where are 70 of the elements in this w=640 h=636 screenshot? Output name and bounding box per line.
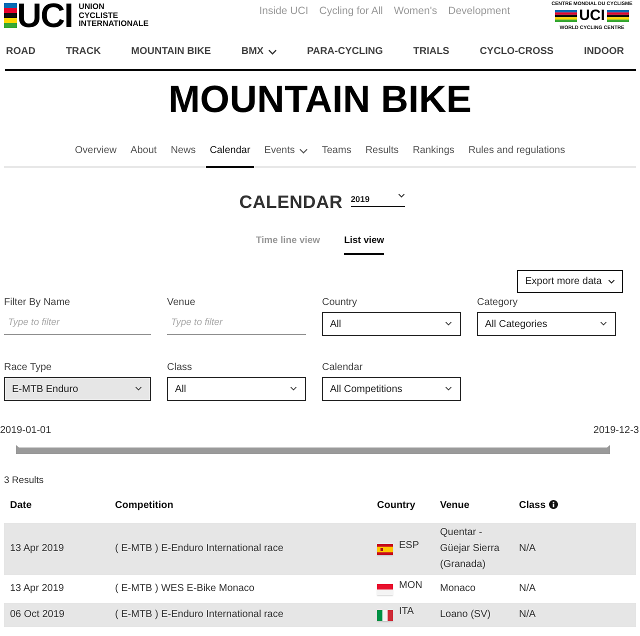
section-tab[interactable]: Rankings	[408, 144, 458, 168]
nav-link[interactable]: MOUNTAIN BIKE	[131, 46, 211, 58]
dropdown-select[interactable]: All	[322, 312, 461, 336]
filter-label: Country	[322, 297, 358, 309]
country-code: ESP	[399, 539, 420, 553]
timeline-end-date: 2019-12-3	[593, 425, 639, 437]
table-cell: 13 Apr 2019	[4, 521, 115, 575]
monaco-flag-icon	[377, 584, 393, 594]
table-cell: ( E-MTB ) E-Enduro International race	[115, 521, 377, 575]
country-code: MON	[399, 579, 422, 593]
section-tab[interactable]: Results	[361, 144, 403, 168]
table-cell: Loano (SV)	[440, 601, 519, 627]
text-field[interactable]: Type to filter	[167, 312, 306, 335]
table-cell: N/A	[519, 601, 636, 627]
results-count: 3 Results	[4, 475, 45, 487]
section-tab[interactable]: Calendar	[206, 144, 254, 168]
export-button[interactable]: Export more data	[517, 270, 623, 293]
filter-label: Filter By Name	[4, 297, 72, 309]
chevron-down-icon	[445, 386, 452, 390]
section-tab[interactable]: Events	[260, 144, 312, 168]
rainbow-stripes-icon	[4, 3, 17, 28]
filter-label: Venue	[167, 297, 196, 309]
page-title: MOUNTAIN BIKE	[167, 78, 473, 122]
chevron-down-icon	[398, 193, 405, 198]
section-tab[interactable]: Rules and regulations	[464, 144, 570, 168]
table-cell: Quentar - Güejar Sierra (Granada)	[440, 521, 519, 575]
section-tab[interactable]: About	[126, 144, 161, 168]
filter-label: Race Type	[4, 362, 53, 374]
nav-link[interactable]: TRIALS	[413, 46, 450, 58]
section-tab[interactable]: News	[166, 144, 200, 168]
logo-wordmark[interactable]: UCI	[17, 3, 73, 29]
column-header: Class	[519, 500, 546, 511]
column-header: Competition	[115, 500, 174, 511]
table-cell: 06 Oct 2019	[4, 601, 115, 627]
chevron-down-icon	[135, 386, 142, 390]
nav-link[interactable]: ROAD	[6, 46, 36, 58]
text-field[interactable]: Type to filter	[4, 312, 151, 335]
logo-tagline: UNION CYCLISTE INTERNATIONALE	[78, 3, 149, 28]
timeline-start-date: 2019-01-01	[0, 425, 52, 437]
section-tab[interactable]: Teams	[318, 144, 356, 168]
nav-link[interactable]: CYCLO-CROSS	[480, 46, 554, 58]
dropdown-select[interactable]: E-MTB Enduro	[4, 377, 151, 401]
chevron-down-icon	[290, 386, 297, 390]
nav-link[interactable]: INDOOR	[584, 46, 624, 58]
column-header: Country	[377, 500, 416, 511]
dropdown-select[interactable]: All Categories	[477, 312, 616, 336]
nav-link[interactable]: TRACK	[66, 46, 101, 58]
year-select[interactable]: 2019	[350, 194, 405, 207]
country-code: ITA	[399, 605, 414, 619]
rainbow-stripes-icon	[555, 10, 578, 22]
column-header: Date	[10, 500, 32, 511]
nav-link[interactable]: PARA-CYCLING	[306, 46, 383, 58]
spain-flag-icon	[377, 544, 393, 554]
view-tab[interactable]: List view	[344, 235, 384, 255]
chevron-down-icon	[608, 279, 615, 284]
column-header: Venue	[440, 500, 470, 511]
section-heading: CALENDAR	[239, 191, 343, 214]
filter-label: Class	[167, 362, 194, 374]
rainbow-stripes-icon	[606, 10, 629, 22]
filter-label: Category	[477, 297, 519, 309]
chevron-down-icon	[600, 320, 607, 326]
filter-label: Calendar	[322, 362, 364, 374]
nav-link[interactable]: BMX	[241, 46, 277, 58]
table-cell: ( E-MTB ) E-Enduro International race	[115, 601, 377, 627]
dropdown-select[interactable]: All Competitions	[322, 377, 461, 401]
logo-wordmark[interactable]: UCI	[579, 9, 605, 23]
section-tab[interactable]: Overview	[70, 144, 121, 168]
table-cell: N/A	[519, 521, 636, 575]
dropdown-select[interactable]: All	[167, 377, 306, 401]
chevron-down-icon	[445, 320, 452, 326]
